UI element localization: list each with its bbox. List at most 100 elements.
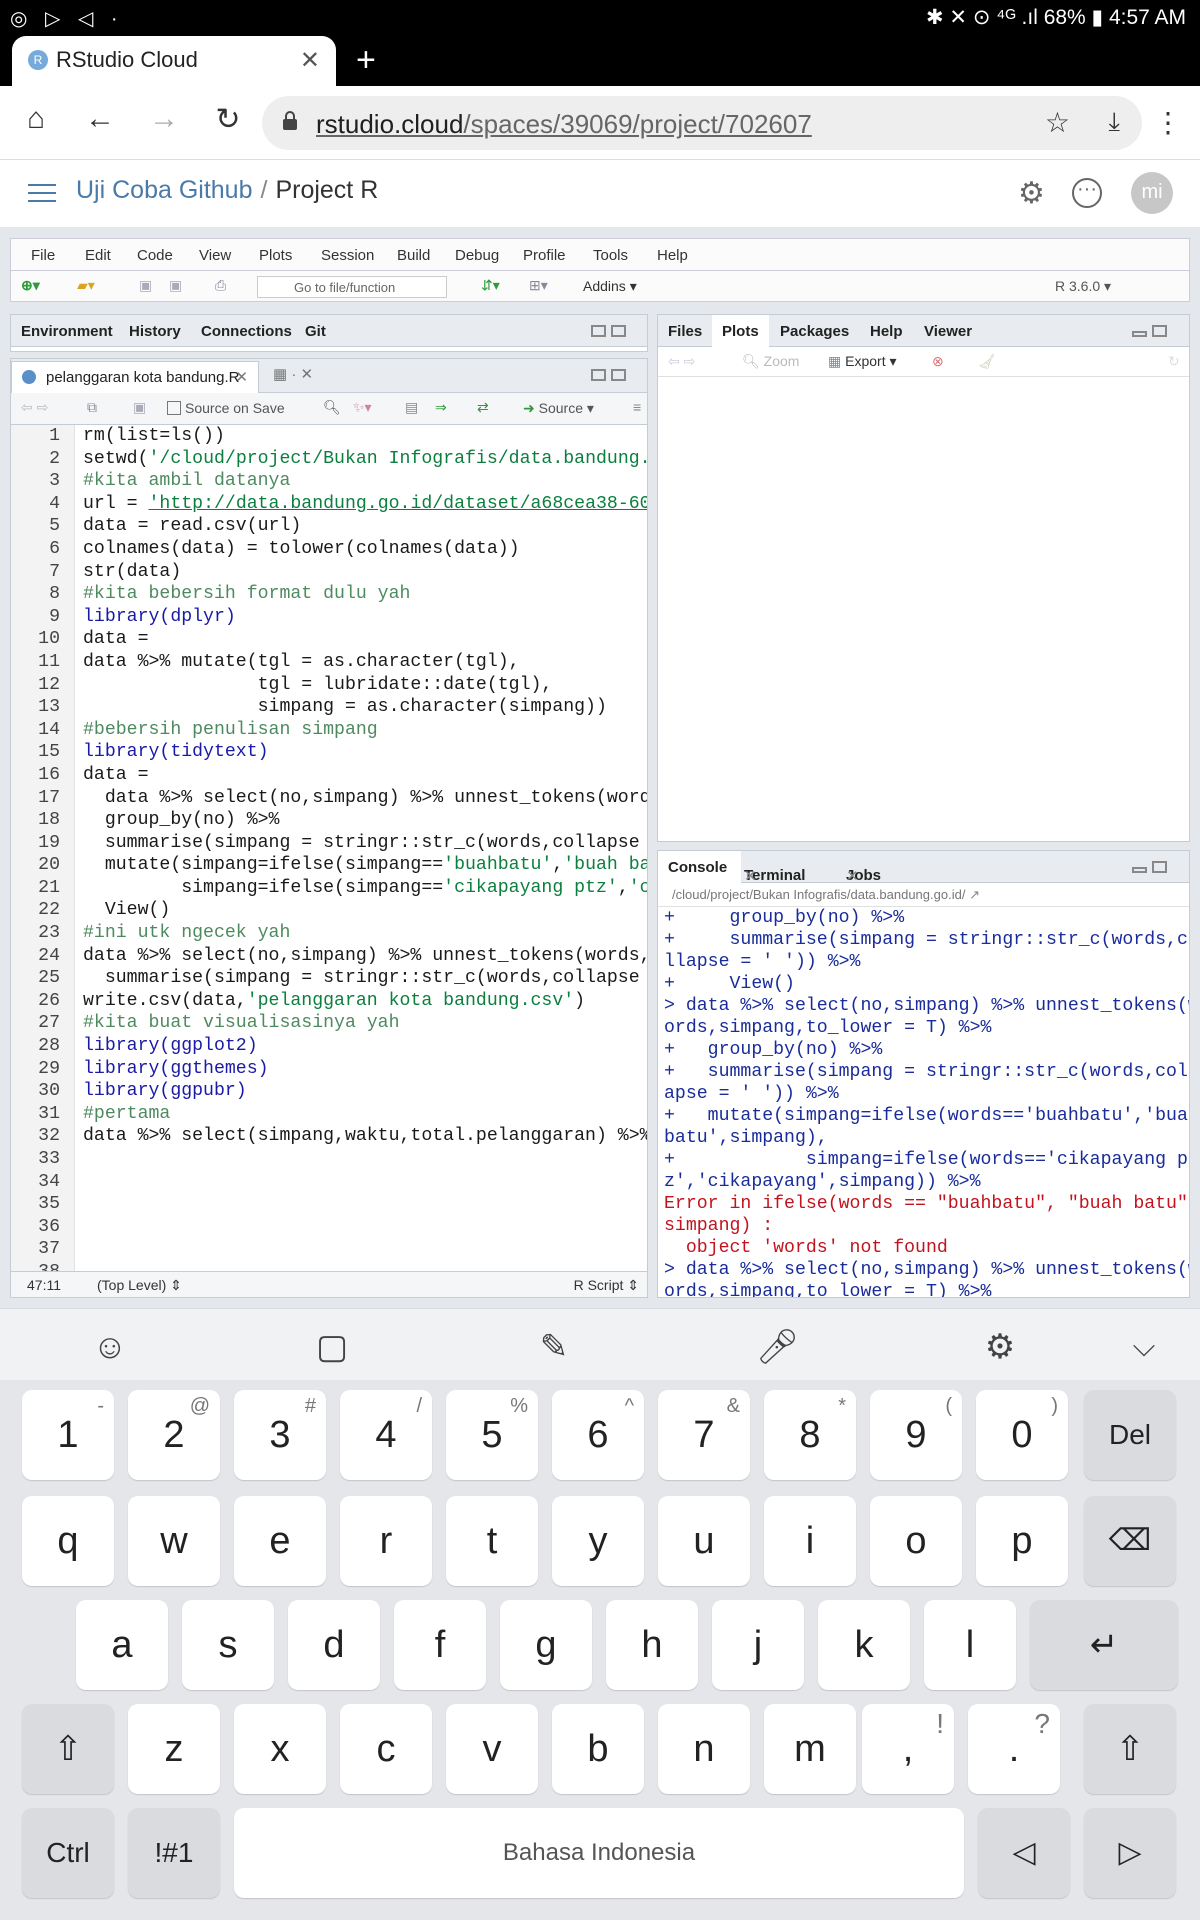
pane-layout-icon[interactable]: ⊞▾ [529, 277, 548, 295]
key-d[interactable]: d [288, 1600, 380, 1690]
tab-packages[interactable]: Packages [780, 323, 849, 340]
more-options-icon[interactable]: ··· [1072, 178, 1102, 208]
handwriting-icon[interactable]: ✎ [534, 1327, 574, 1367]
code-line[interactable]: summarise(simpang = stringr::str_c(words… [83, 832, 647, 855]
code-line[interactable]: data = read.csv(url) [83, 515, 647, 538]
scope-selector[interactable]: (Top Level) ⇕ [97, 1277, 182, 1294]
back-forward-icon[interactable]: ⇦ ⇨ [21, 399, 48, 417]
clear-plots-icon[interactable]: 🧹︎ [978, 353, 996, 371]
tab-console[interactable]: Console [658, 851, 742, 883]
addins-menu[interactable]: Addins ▾ [583, 278, 637, 296]
code-line[interactable]: simpang = as.character(simpang)) [83, 696, 647, 719]
key-w[interactable]: w [128, 1496, 220, 1586]
code-line[interactable]: tgl = lubridate::date(tgl), [83, 674, 647, 697]
comma-key[interactable]: ,! [862, 1704, 954, 1794]
code-line[interactable]: #ini utk ngecek yah [83, 922, 647, 945]
editor-menu-icon[interactable]: ≡ [633, 399, 641, 417]
close-file-icon[interactable]: ✕ [235, 368, 248, 386]
download-icon[interactable]: ⤓ [1109, 106, 1121, 138]
code-line[interactable]: data %>% mutate(tgl = as.character(tgl), [83, 651, 647, 674]
save-all-icon[interactable]: ▣ [169, 277, 182, 295]
code-line[interactable]: library(tidytext) [83, 741, 647, 764]
vcs-icon[interactable]: ⇵▾ [481, 277, 500, 295]
key-f[interactable]: f [394, 1600, 486, 1690]
tab-viewer[interactable]: Viewer [924, 323, 972, 340]
code-line[interactable]: #bebersih penulisan simpang [83, 719, 647, 742]
code-area[interactable]: 1 2 3 4 5 6 7 8 9 10 11 12 13 14 15 16 17 18 19 20 21 22 23 24 2… [11, 425, 647, 1273]
menu-tools[interactable]: Tools [593, 247, 628, 264]
tab-help[interactable]: Help [870, 323, 903, 340]
key-b[interactable]: b [552, 1704, 644, 1794]
key-n[interactable]: n [658, 1704, 750, 1794]
key-2[interactable]: 2 @ [128, 1390, 220, 1480]
key-0[interactable]: 0) [976, 1390, 1068, 1480]
tab-environment[interactable]: Environment [21, 323, 113, 340]
shift-key-left[interactable]: ⇧ [22, 1704, 114, 1794]
code-line[interactable]: data = [83, 764, 647, 787]
key-y[interactable]: y [552, 1496, 644, 1586]
code-line[interactable]: data %>% select(no,simpang) %>% unnest_t… [83, 945, 647, 968]
save-icon[interactable]: ▣ [139, 277, 152, 295]
close-tab-icon[interactable]: ✕ [300, 46, 320, 75]
key-t[interactable]: t [446, 1496, 538, 1586]
code-line[interactable]: #kita buat visualisasinya yah [83, 1012, 647, 1035]
key-z[interactable]: z [128, 1704, 220, 1794]
data-viewer-tab[interactable]: ▦ · ✕ [273, 365, 313, 383]
source-on-save-checkbox[interactable]: Source on Save [167, 400, 285, 418]
menu-build[interactable]: Build [397, 247, 430, 264]
key-1[interactable]: 1- [22, 1390, 114, 1480]
tab-git[interactable]: Git [305, 323, 326, 340]
code-line[interactable]: library(ggthemes) [83, 1058, 647, 1081]
menu-help[interactable]: Help [657, 247, 688, 264]
backspace-key[interactable]: ⌫ [1084, 1496, 1176, 1586]
show-in-window-icon[interactable]: ⧉ [87, 399, 97, 417]
key-a[interactable]: a [76, 1600, 168, 1690]
code-tools-icon[interactable]: ✨︎▾ [353, 399, 372, 417]
key-g[interactable]: g [500, 1600, 592, 1690]
microphone-icon[interactable]: 🎤︎ [756, 1327, 799, 1367]
zoom-button[interactable]: 🔍︎ Zoom [742, 353, 799, 371]
tab-files[interactable]: Files [668, 323, 702, 340]
key-q[interactable]: q [22, 1496, 114, 1586]
key-l[interactable]: l [924, 1600, 1016, 1690]
code-line[interactable]: str(data) [83, 561, 647, 584]
key-m[interactable]: m [764, 1704, 856, 1794]
code-line[interactable]: #kita bebersih format dulu yah [83, 583, 647, 606]
run-icon[interactable]: ⇒ [435, 399, 447, 417]
save-file-icon[interactable]: ▣ [133, 399, 146, 417]
keyboard-settings-icon[interactable]: ⚙ [980, 1327, 1020, 1367]
key-p[interactable]: p [976, 1496, 1068, 1586]
menu-plots[interactable]: Plots [259, 247, 292, 264]
remove-plot-icon[interactable]: ⊗ [932, 353, 944, 371]
menu-edit[interactable]: Edit [85, 247, 111, 264]
code-line[interactable]: library(ggpubr) [83, 1080, 647, 1103]
code-line[interactable]: summarise(simpang = stringr::str_c(words… [83, 967, 647, 990]
browser-tab[interactable]: R RStudio Cloud ✕ [12, 36, 336, 86]
avatar[interactable]: mi [1131, 172, 1173, 214]
code-line[interactable]: mutate(simpang=ifelse(simpang=='buahbatu… [83, 854, 647, 877]
code-line[interactable]: View() [83, 899, 647, 922]
code-line[interactable]: library(dplyr) [83, 606, 647, 629]
code-line[interactable]: group_by(no) %>% [83, 809, 647, 832]
space-key[interactable]: Bahasa Indonesia [234, 1808, 964, 1898]
code-lines[interactable]: rm(list=ls()) setwd('/cloud/project/Bukan… [83, 425, 647, 1148]
symbols-key[interactable]: !#1 [128, 1808, 220, 1898]
key-9[interactable]: 9( [870, 1390, 962, 1480]
key-8[interactable]: 8 * [764, 1390, 856, 1480]
tab-connections[interactable]: Connections [201, 323, 292, 340]
reload-icon[interactable]: ↻ [208, 102, 248, 137]
new-file-icon[interactable]: ⊕▾ [21, 277, 40, 295]
tab-history[interactable]: History [129, 323, 181, 340]
code-line[interactable]: setwd('/cloud/project/Bukan Infografis/d… [83, 448, 647, 471]
ctrl-key[interactable]: Ctrl [22, 1808, 114, 1898]
key-x[interactable]: x [234, 1704, 326, 1794]
key-r[interactable]: r [340, 1496, 432, 1586]
key-v[interactable]: v [446, 1704, 538, 1794]
key-6[interactable]: 6 ^ [552, 1390, 644, 1480]
pane-minimize-maximize-icon[interactable] [1132, 325, 1170, 339]
period-key[interactable]: .? [968, 1704, 1060, 1794]
bookmark-star-icon[interactable]: ☆ [1045, 106, 1070, 139]
key-h[interactable]: h [606, 1600, 698, 1690]
console-minimize-maximize-icon[interactable] [1132, 861, 1170, 875]
menu-debug[interactable]: Debug [455, 247, 499, 264]
